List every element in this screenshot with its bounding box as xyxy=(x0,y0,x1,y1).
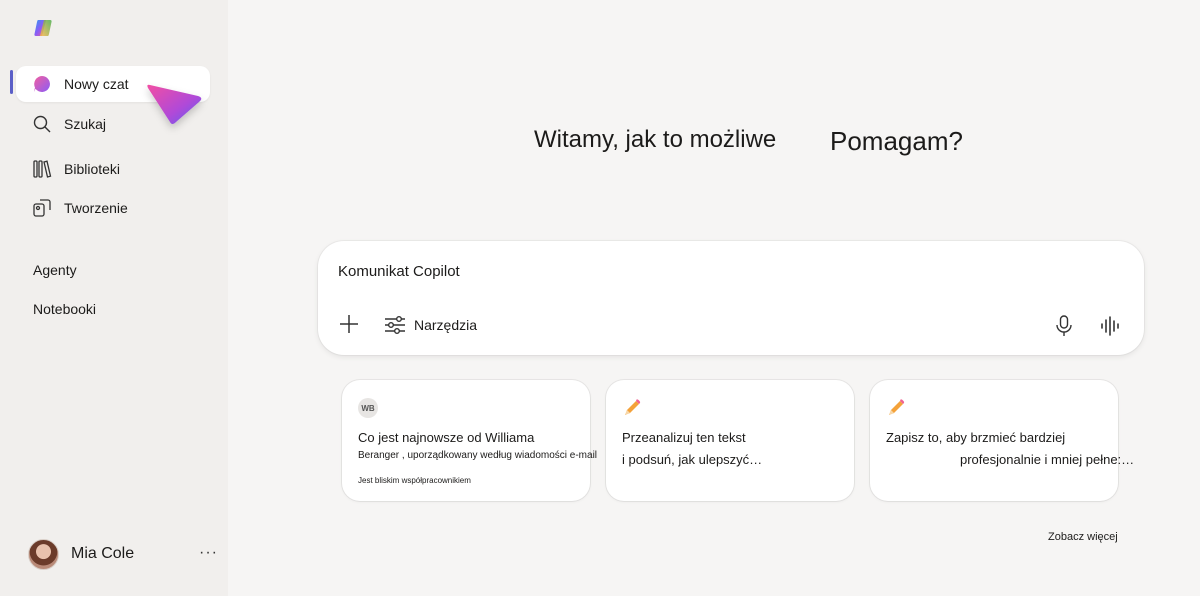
sidebar-item-label: Biblioteki xyxy=(64,161,121,177)
card-line1: Zapisz to, aby brzmieć bardziej xyxy=(886,430,1066,445)
more-options-icon[interactable]: ··· xyxy=(199,544,218,562)
sidebar-item-create[interactable]: Tworzenie xyxy=(16,190,210,226)
card-line1: Przeanalizuj ten tekst xyxy=(622,430,746,445)
welcome-heading-part2: Pomagam? xyxy=(830,126,963,156)
tools-label: Narzędzia xyxy=(414,317,478,333)
message-input[interactable] xyxy=(338,263,938,280)
suggestion-card-rewrite[interactable]: Zapisz to, aby brzmieć bardziej profesjo… xyxy=(870,380,1134,501)
wb-badge: WB xyxy=(358,398,378,418)
sidebar-section-agents[interactable]: Agenty xyxy=(33,262,77,278)
card-line2: profesjonalnie i mniej pełne:… xyxy=(960,452,1135,467)
pencil-icon xyxy=(889,399,905,415)
sidebar-item-label: Tworzenie xyxy=(64,200,128,216)
add-icon[interactable] xyxy=(338,313,360,335)
card-line2: Beranger , uporządkowany według wiadomoś… xyxy=(358,450,598,461)
create-icon xyxy=(32,198,52,218)
sidebar-item-libraries[interactable]: Biblioteki xyxy=(16,151,210,187)
active-indicator xyxy=(10,70,13,94)
see-more-link[interactable]: Zobacz więcej xyxy=(1048,531,1118,543)
user-profile[interactable]: Mia Cole ··· xyxy=(28,536,218,572)
sliders-icon xyxy=(385,316,405,334)
library-icon xyxy=(32,159,52,179)
pencil-icon xyxy=(625,399,641,415)
chat-bubble-icon xyxy=(32,74,52,94)
card-line1: Co jest najnowsze od Williama xyxy=(358,430,535,445)
sidebar-item-label: Nowy czat xyxy=(64,76,129,92)
tools-button[interactable]: Narzędzia xyxy=(384,315,477,335)
search-icon xyxy=(32,114,52,134)
copilot-logo-icon[interactable] xyxy=(32,16,56,40)
welcome-heading: Witamy, jak to możliwe xyxy=(534,126,777,153)
card-line3: Jest bliskim współpracownikiem xyxy=(358,476,471,485)
microphone-icon[interactable] xyxy=(1054,315,1074,337)
sidebar-item-label: Szukaj xyxy=(64,116,107,132)
suggestion-card-analyze[interactable]: Przeanalizuj ten tekst i podsuń, jak ule… xyxy=(606,380,854,501)
suggestion-card-william[interactable]: WB Co jest najnowsze od Williama Berange… xyxy=(342,380,597,501)
sidebar-section-notebooks[interactable]: Notebooki xyxy=(33,301,96,317)
pointer-cursor-icon xyxy=(147,84,202,124)
card-line2: i podsuń, jak ulepszyć… xyxy=(622,452,763,467)
avatar[interactable] xyxy=(28,538,59,570)
user-name: Mia Cole xyxy=(71,545,135,562)
voice-mode-icon[interactable] xyxy=(1100,315,1122,337)
message-composer: Narzędzia xyxy=(318,241,1144,355)
